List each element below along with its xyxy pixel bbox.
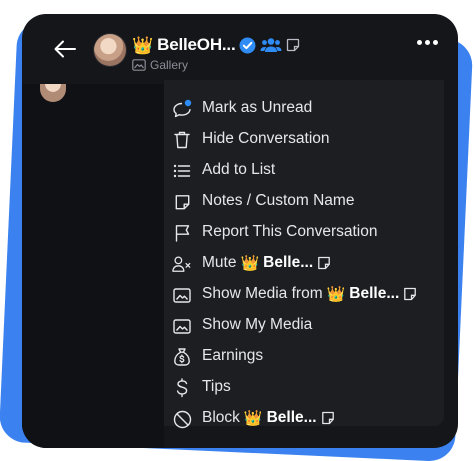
crown-emoji: 👑 — [240, 254, 260, 272]
menu-item-report[interactable]: Report This Conversation — [164, 218, 444, 248]
image-icon — [172, 285, 192, 305]
conversation-pane — [22, 84, 164, 448]
note-icon — [172, 192, 192, 212]
note-icon — [317, 256, 331, 270]
more-options-button[interactable] — [417, 40, 438, 45]
arrow-left-icon — [54, 40, 76, 58]
menu-item-mark-unread[interactable]: Mark as Unread — [164, 94, 444, 124]
menu-item-label: Tips — [202, 378, 231, 395]
dot-icon — [417, 40, 422, 45]
dot-icon — [433, 40, 438, 45]
message-avatar — [40, 84, 66, 102]
screenshot-stage: 👑 BelleOH... Gallery Mark as Unread Hide… — [0, 0, 474, 461]
note-icon — [403, 287, 417, 301]
creator-name: Belle... — [349, 285, 400, 302]
mute-user-icon — [172, 254, 192, 274]
menu-item-label: Earnings — [202, 347, 264, 364]
group-icon[interactable] — [260, 37, 282, 53]
menu-item-label: Mute — [202, 254, 237, 271]
menu-item-earnings[interactable]: Earnings — [164, 342, 444, 372]
menu-item-block[interactable]: Block 👑 Belle... — [164, 404, 444, 434]
crown-emoji: 👑 — [326, 285, 346, 303]
gallery-link[interactable]: Gallery — [132, 58, 188, 72]
creator-name: Belle... — [266, 409, 317, 426]
menu-item-hide-conversation[interactable]: Hide Conversation — [164, 125, 444, 155]
chat-header: 👑 BelleOH... Gallery — [22, 14, 458, 84]
menu-item-show-my-media[interactable]: Show My Media — [164, 311, 444, 341]
profile-name-row[interactable]: 👑 BelleOH... — [132, 34, 300, 56]
block-icon — [172, 409, 192, 429]
image-icon — [172, 316, 192, 336]
note-icon[interactable] — [286, 38, 300, 52]
menu-item-label: Show Media from — [202, 285, 323, 302]
trash-icon — [172, 130, 192, 150]
crown-emoji: 👑 — [243, 409, 263, 427]
menu-item-label: Report This Conversation — [202, 223, 378, 240]
menu-item-tips[interactable]: Tips — [164, 373, 444, 403]
creator-name: Belle... — [263, 254, 314, 271]
flag-icon — [172, 223, 192, 243]
list-icon — [172, 161, 192, 181]
menu-item-add-to-list[interactable]: Add to List — [164, 156, 444, 186]
display-name: BelleOH... — [157, 35, 236, 54]
chat-window: 👑 BelleOH... Gallery Mark as Unread Hide… — [22, 14, 458, 448]
conversation-options-menu: Mark as Unread Hide Conversation Add to … — [164, 80, 444, 428]
dollar-icon — [172, 378, 192, 398]
menu-item-label: Show My Media — [202, 316, 313, 333]
chat-bubble-unread-icon — [172, 99, 192, 119]
menu-item-notes[interactable]: Notes / Custom Name — [164, 187, 444, 217]
money-bag-icon — [172, 347, 192, 367]
crown-emoji: 👑 — [132, 35, 154, 55]
verified-badge-icon — [239, 37, 256, 54]
menu-item-label: Add to List — [202, 161, 276, 178]
menu-item-mute[interactable]: Mute 👑 Belle... — [164, 249, 444, 279]
image-icon — [132, 59, 146, 71]
menu-item-show-media-from[interactable]: Show Media from 👑 Belle... — [164, 280, 444, 310]
menu-item-label: Hide Conversation — [202, 130, 330, 147]
menu-item-label: Mark as Unread — [202, 99, 313, 116]
avatar[interactable] — [94, 34, 126, 66]
gallery-label: Gallery — [150, 58, 189, 72]
dot-icon — [425, 40, 430, 45]
menu-item-label: Block — [202, 409, 240, 426]
menu-item-label: Notes / Custom Name — [202, 192, 355, 209]
note-icon — [321, 411, 335, 425]
back-button[interactable] — [52, 36, 78, 62]
